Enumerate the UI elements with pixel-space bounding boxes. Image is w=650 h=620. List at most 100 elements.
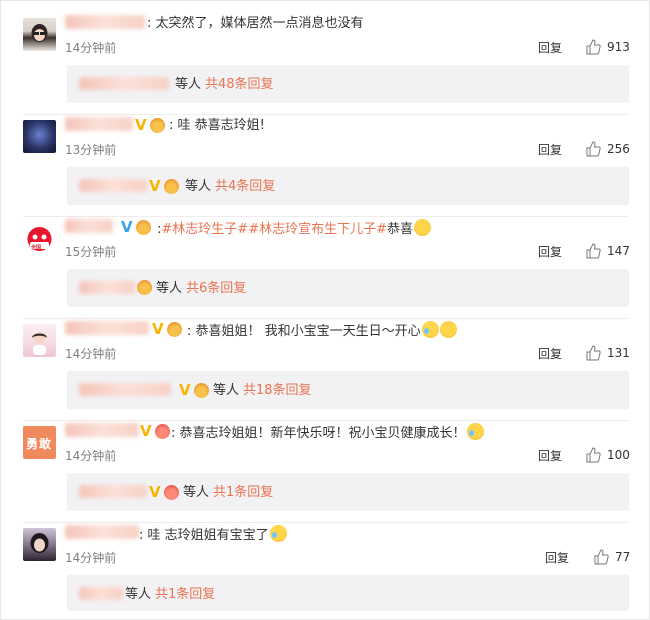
verified-v-icon: V bbox=[179, 381, 191, 399]
reply-button[interactable]: 回复 bbox=[538, 245, 562, 259]
reply-button[interactable]: 回复 bbox=[538, 143, 562, 157]
replies-summary[interactable]: V 等人 共1条回复 bbox=[67, 473, 629, 511]
replies-summary-text: 等人 共4条回复 bbox=[185, 179, 275, 194]
comment-item: : 哇 志玲姐姐有宝宝了 14分钟前 回复 77 等人 共1条回复 bbox=[1, 511, 649, 613]
user-badges: V bbox=[140, 423, 170, 439]
like-count: 147 bbox=[607, 244, 630, 258]
verified-v-icon: V bbox=[140, 422, 152, 440]
username-blurred[interactable] bbox=[65, 423, 139, 437]
like-count: 100 bbox=[607, 448, 630, 462]
member-crown-icon bbox=[135, 219, 151, 235]
comment-item: : 太突然了，媒体居然一点消息也没有 14分钟前 回复 913 等人 共48条回复 bbox=[1, 1, 649, 103]
reply-button[interactable]: 回复 bbox=[545, 551, 569, 565]
replies-summary[interactable]: 等人 共1条回复 bbox=[67, 575, 629, 611]
reply-button[interactable]: 回复 bbox=[538, 449, 562, 463]
member-crown-icon bbox=[163, 484, 179, 500]
replies-summary-text: 等人 共18条回复 bbox=[213, 383, 312, 398]
comment-time: 13分钟前 bbox=[65, 143, 117, 157]
avatar[interactable] bbox=[23, 120, 56, 153]
verified-v-icon: V bbox=[149, 177, 161, 195]
replies-summary-text: 等人 共1条回复 bbox=[183, 485, 273, 500]
comment-text: : 太突然了，媒体居然一点消息也没有 bbox=[147, 16, 364, 31]
thumbs-up-icon bbox=[586, 243, 601, 259]
view-replies-link[interactable]: 共4条回复 bbox=[215, 179, 275, 194]
comment-time: 14分钟前 bbox=[65, 41, 117, 55]
verified-v-icon: V bbox=[121, 218, 133, 236]
replies-summary[interactable]: V 等人 共4条回复 bbox=[67, 167, 629, 205]
avatar[interactable]: 勇敢 bbox=[23, 426, 56, 459]
like-button[interactable]: 100 bbox=[585, 447, 630, 463]
like-count: 913 bbox=[607, 40, 630, 54]
like-button[interactable]: 77 bbox=[593, 549, 630, 565]
reply-usernames-blurred bbox=[79, 383, 171, 396]
user-badges: V bbox=[135, 117, 165, 133]
username-blurred[interactable] bbox=[65, 117, 133, 131]
member-crown-icon bbox=[154, 423, 170, 439]
member-crown-icon bbox=[163, 178, 179, 194]
comment-item: V : 恭喜姐姐！ 我和小宝宝一天生日～开心 14分钟前 回复 131 V 等人… bbox=[1, 307, 649, 409]
avatar-logo-text: 全国 bbox=[31, 245, 42, 251]
reply-user-badges: V bbox=[179, 382, 209, 398]
replies-summary[interactable]: 等人 共48条回复 bbox=[67, 65, 629, 103]
comment-text-body: : 恭喜姐姐！ 我和小宝宝一天生日～开心 bbox=[187, 324, 421, 339]
avatar[interactable]: 全国 bbox=[23, 222, 56, 255]
thumbs-up-icon bbox=[586, 39, 601, 55]
comment-text: :#林志玲生子##林志玲宣布生下儿子#恭喜 bbox=[157, 219, 431, 239]
username-blurred[interactable] bbox=[65, 525, 139, 539]
verified-v-icon: V bbox=[135, 116, 147, 134]
reply-button[interactable]: 回复 bbox=[538, 347, 562, 361]
replies-summary-text: 等人 共48条回复 bbox=[175, 77, 274, 92]
reply-user-badges: V bbox=[149, 484, 179, 500]
username-blurred[interactable] bbox=[65, 321, 149, 335]
like-button[interactable]: 147 bbox=[585, 243, 630, 259]
username-blurred[interactable] bbox=[65, 219, 113, 233]
avatar[interactable] bbox=[23, 528, 56, 561]
view-replies-link[interactable]: 共1条回复 bbox=[213, 485, 273, 500]
comment-text: : 恭喜姐姐！ 我和小宝宝一天生日～开心 bbox=[187, 321, 457, 341]
member-crown-icon bbox=[149, 117, 165, 133]
thumbs-up-icon bbox=[586, 345, 601, 361]
like-count: 256 bbox=[607, 142, 630, 156]
comment-text: : 恭喜志玲姐姐！新年快乐呀！祝小宝贝健康成长！ bbox=[171, 423, 484, 443]
replies-prefix: 等人 bbox=[156, 281, 183, 296]
reply-usernames-blurred bbox=[79, 179, 147, 192]
view-replies-link[interactable]: 共48条回复 bbox=[205, 77, 274, 92]
reply-usernames-blurred bbox=[79, 281, 135, 294]
reply-button[interactable]: 回复 bbox=[538, 41, 562, 55]
comment-text-tail: 恭喜 bbox=[386, 222, 413, 237]
like-button[interactable]: 913 bbox=[585, 39, 630, 55]
replies-summary[interactable]: 等人 共6条回复 bbox=[67, 269, 629, 307]
thumbs-up-icon bbox=[586, 141, 601, 157]
reply-usernames-blurred bbox=[79, 485, 147, 498]
comment-time: 14分钟前 bbox=[65, 449, 117, 463]
emoji-icon bbox=[269, 525, 287, 542]
comment-text-body: : 哇 志玲姐姐有宝宝了 bbox=[139, 528, 269, 543]
username-blurred[interactable] bbox=[65, 15, 145, 29]
topic-link[interactable]: #林志玲宣布生下儿子# bbox=[248, 222, 387, 237]
replies-prefix: 等人 bbox=[213, 383, 240, 398]
emoji-icon bbox=[414, 219, 431, 236]
like-button[interactable]: 131 bbox=[585, 345, 630, 361]
view-replies-link[interactable]: 共1条回复 bbox=[155, 587, 215, 602]
member-crown-icon bbox=[166, 321, 182, 337]
reply-user-badges: V bbox=[149, 178, 179, 194]
like-count: 131 bbox=[607, 346, 630, 360]
emoji-icon bbox=[439, 321, 457, 338]
comment-time: 14分钟前 bbox=[65, 347, 117, 361]
topic-link[interactable]: #林志玲生子# bbox=[161, 222, 248, 237]
emoji-icon bbox=[421, 321, 439, 338]
avatar[interactable] bbox=[23, 18, 56, 51]
comment-text-body: : 恭喜志玲姐姐！新年快乐呀！祝小宝贝健康成长！ bbox=[171, 426, 466, 441]
comment-time: 15分钟前 bbox=[65, 245, 117, 259]
like-button[interactable]: 256 bbox=[585, 141, 630, 157]
reply-user-badges bbox=[137, 280, 152, 295]
verified-v-icon: V bbox=[152, 320, 164, 338]
member-crown-icon bbox=[193, 382, 209, 398]
replies-summary[interactable]: V 等人 共18条回复 bbox=[67, 371, 629, 409]
comment-text: : 哇 恭喜志玲姐! bbox=[169, 118, 265, 133]
replies-prefix: 等人 bbox=[183, 485, 210, 500]
avatar[interactable] bbox=[23, 324, 56, 357]
view-replies-link[interactable]: 共18条回复 bbox=[243, 383, 312, 398]
comment-item: V : 哇 恭喜志玲姐! 13分钟前 回复 256 V 等人 共4条回复 bbox=[1, 103, 649, 205]
view-replies-link[interactable]: 共6条回复 bbox=[186, 281, 246, 296]
